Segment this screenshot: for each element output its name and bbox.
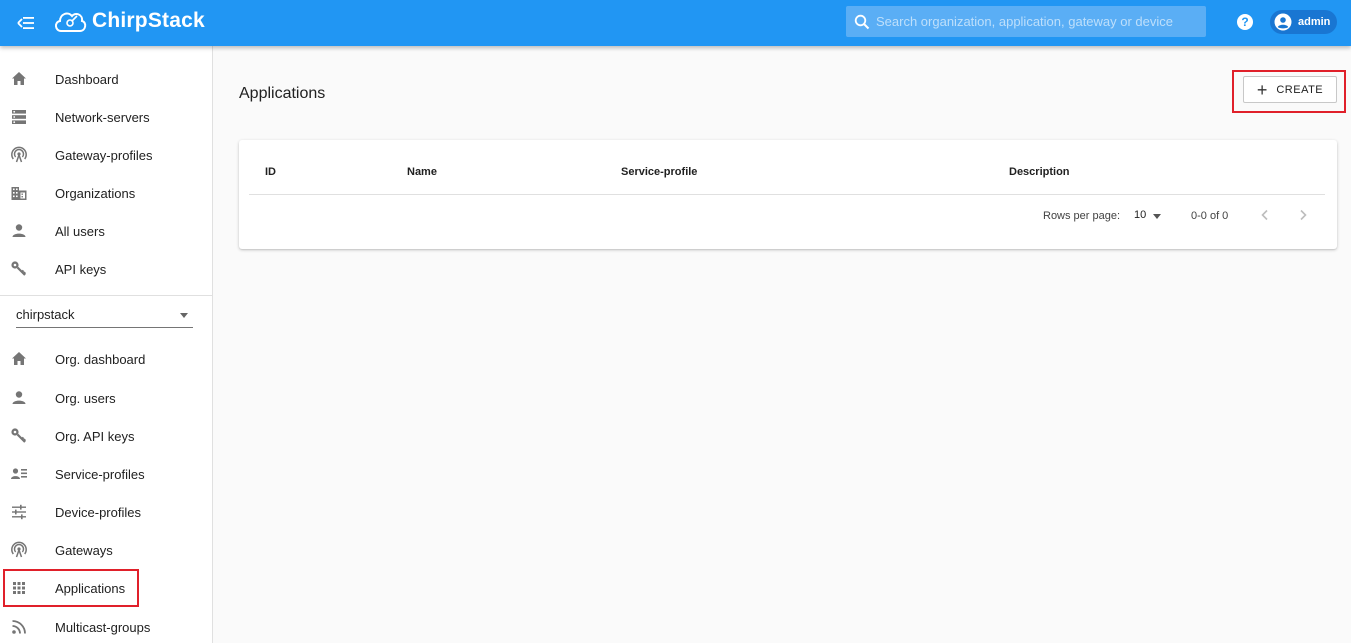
sidebar-item-multicast-groups[interactable]: Multicast-groups [0, 608, 212, 643]
person-icon [10, 222, 28, 240]
column-header-service-profile[interactable]: Service-profile [621, 166, 697, 178]
sidebar-item-all-users[interactable]: All users [0, 212, 212, 250]
sidebar-item-label: Service-profiles [55, 466, 145, 482]
sidebar-item-label: Multicast-groups [55, 619, 151, 635]
home-icon [10, 350, 28, 368]
server-icon [10, 108, 28, 126]
rows-per-page-label: Rows per page: [1043, 210, 1121, 222]
svg-text:?: ? [1241, 15, 1248, 29]
account-circle-icon [1274, 13, 1292, 31]
help-icon: ? [1237, 14, 1253, 30]
key-icon [10, 427, 28, 445]
sidebar-divider [0, 295, 212, 296]
sidebar-item-device-profiles[interactable]: Device-profiles [0, 493, 212, 531]
sidebar-item-label: Gateways [55, 542, 113, 558]
search-input[interactable] [876, 14, 1196, 29]
help-button[interactable]: ? [1234, 11, 1256, 33]
home-icon [10, 70, 28, 88]
sidebar-item-label: Org. users [55, 390, 116, 406]
pagination-range: 0-0 of 0 [1191, 210, 1229, 222]
antenna-icon [10, 146, 28, 164]
chevron-right-icon [1300, 209, 1307, 221]
search-icon [854, 14, 870, 29]
building-icon [10, 184, 28, 202]
menu-open-icon [17, 17, 34, 29]
sidebar-item-label: All users [55, 223, 105, 239]
sidebar-item-gateway-profiles[interactable]: Gateway-profiles [0, 136, 212, 174]
sidebar-item-dashboard[interactable]: Dashboard [0, 60, 212, 98]
sidebar-item-service-profiles[interactable]: Service-profiles [0, 455, 212, 493]
sidebar-item-label: API keys [55, 261, 107, 277]
key-icon [10, 260, 28, 278]
sidebar-item-label: Network-servers [55, 109, 150, 125]
sidebar-item-org-dashboard[interactable]: Org. dashboard [0, 340, 212, 378]
menu-collapse-button[interactable] [14, 11, 38, 35]
sidebar: Dashboard Network-servers Gateway-profil… [0, 46, 213, 643]
previous-page-button[interactable] [1256, 206, 1274, 224]
sidebar-item-org-users[interactable]: Org. users [0, 379, 212, 417]
search-box[interactable] [846, 6, 1206, 37]
sidebar-item-label: Org. dashboard [55, 351, 146, 367]
sidebar-item-label: Org. API keys [55, 428, 135, 444]
organization-select-value: chirpstack [16, 307, 75, 322]
app-name: ChirpStack [92, 9, 205, 32]
app-bar: ChirpStack ? admin [0, 0, 1351, 46]
page-title: Applications [239, 85, 326, 102]
sidebar-item-organizations[interactable]: Organizations [0, 174, 212, 212]
chevron-left-icon [1261, 209, 1268, 221]
sidebar-item-org-api-keys[interactable]: Org. API keys [0, 417, 212, 455]
dropdown-arrow-icon[interactable] [1153, 214, 1161, 219]
sidebar-item-network-servers[interactable]: Network-servers [0, 98, 212, 136]
account-details-icon [10, 465, 28, 483]
dropdown-arrow-icon [180, 313, 188, 318]
organization-select[interactable]: chirpstack [16, 302, 193, 328]
rows-per-page-select[interactable]: 10 [1134, 209, 1146, 221]
sidebar-item-label: Gateway-profiles [55, 147, 153, 163]
column-header-description[interactable]: Description [1009, 166, 1070, 178]
sidebar-item-api-keys[interactable]: API keys [0, 250, 212, 288]
column-header-id[interactable]: ID [265, 166, 276, 178]
user-menu-button[interactable]: admin [1270, 10, 1337, 34]
user-name: admin [1298, 16, 1331, 28]
person-icon [10, 389, 28, 407]
rss-icon [10, 618, 28, 636]
sidebar-item-label: Device-profiles [55, 504, 141, 520]
cloud-logo-icon [55, 12, 87, 32]
antenna-icon [10, 541, 28, 559]
table-divider [249, 194, 1325, 195]
applications-table-card: ID Name Service-profile Description Rows… [239, 140, 1337, 249]
column-header-name[interactable]: Name [407, 166, 437, 178]
next-page-button[interactable] [1294, 206, 1312, 224]
highlight-box [1232, 70, 1346, 113]
tune-icon [10, 503, 28, 521]
sidebar-item-label: Organizations [55, 185, 136, 201]
sidebar-item-label: Dashboard [55, 71, 119, 87]
highlight-box [3, 569, 139, 607]
sidebar-item-gateways[interactable]: Gateways [0, 531, 212, 569]
app-logo[interactable]: ChirpStack [52, 6, 205, 36]
